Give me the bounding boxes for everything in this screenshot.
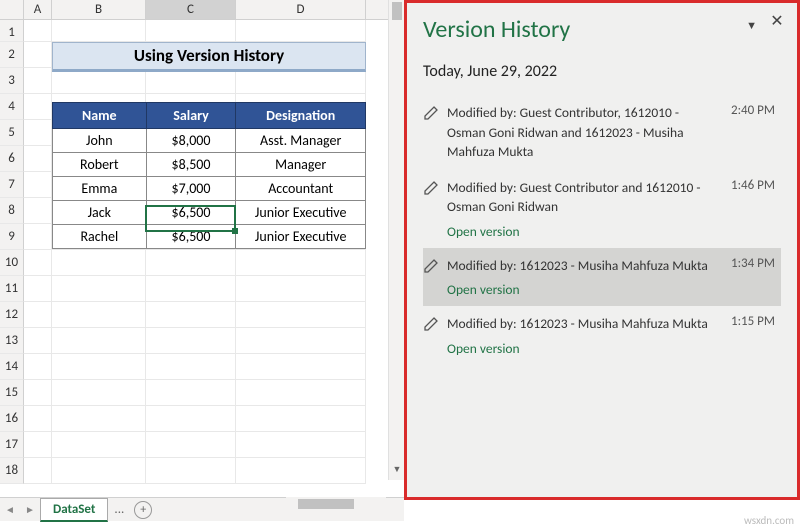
row-header-3[interactable]: 3 — [0, 68, 24, 94]
version-time: 2:40 PM — [731, 103, 775, 118]
select-all-corner[interactable] — [0, 0, 24, 19]
table-row: Robert$8,500Manager — [53, 153, 366, 177]
modified-by-text: Modified by: 1612023 - Musiha Mahfuza Mu… — [447, 314, 715, 334]
row-header-14[interactable]: 14 — [0, 354, 24, 380]
row-header-17[interactable]: 17 — [0, 432, 24, 458]
scroll-down-icon[interactable]: ▼ — [389, 462, 405, 478]
scroll-thumb-h[interactable] — [298, 499, 354, 509]
date-heading: Today, June 29, 2022 — [423, 62, 781, 81]
row-header-7[interactable]: 7 — [0, 172, 24, 198]
open-version-link[interactable]: Open version — [447, 223, 715, 240]
add-sheet-button[interactable]: + — [134, 501, 152, 519]
row-header-5[interactable]: 5 — [0, 120, 24, 146]
tab-prev-icon[interactable]: ◄ — [0, 503, 20, 516]
row-header-6[interactable]: 6 — [0, 146, 24, 172]
pencil-icon — [423, 178, 447, 240]
scroll-thumb-v[interactable] — [392, 2, 402, 20]
spreadsheet: A B C D 1 2 3 4 5 6 7 8 9 10 11 12 13 14… — [0, 0, 404, 500]
col-header-A[interactable]: A — [24, 0, 52, 19]
col-header-C[interactable]: C — [146, 0, 236, 19]
modified-by-text: Modified by: Guest Contributor and 16120… — [447, 178, 715, 217]
modified-by-text: Modified by: Guest Contributor, 1612010 … — [447, 103, 715, 162]
tab-more[interactable]: ... — [108, 502, 130, 517]
table-row: Emma$7,000Accountant — [53, 177, 366, 201]
version-time: 1:46 PM — [731, 178, 775, 193]
row-header-9[interactable]: 9 — [0, 224, 24, 250]
row-header-15[interactable]: 15 — [0, 380, 24, 406]
vertical-scrollbar[interactable]: ▲ ▼ — [388, 0, 404, 480]
row-header-4[interactable]: 4 — [0, 94, 24, 120]
version-time: 1:15 PM — [731, 314, 775, 329]
watermark: wsxdn.com — [744, 514, 794, 527]
table-row: Jack$6,500Junior Executive — [53, 201, 366, 225]
row-header-10[interactable]: 10 — [0, 250, 24, 276]
row-header-12[interactable]: 12 — [0, 302, 24, 328]
col-header-D[interactable]: D — [236, 0, 366, 19]
version-body: Modified by: 1612023 - Musiha Mahfuza Mu… — [447, 314, 777, 357]
row-header-1[interactable]: 1 — [0, 20, 24, 42]
version-body: Modified by: 1612023 - Musiha Mahfuza Mu… — [447, 256, 777, 299]
sheet-tab-bar: ◄ ► DataSet ... + — [0, 497, 404, 521]
pencil-icon — [423, 256, 447, 299]
pane-options-icon[interactable]: ▼ — [746, 19, 757, 32]
row-header-18[interactable]: 18 — [0, 458, 24, 484]
version-history-pane: ▼ ✕ Version History Today, June 29, 2022… — [404, 0, 800, 500]
col-header-B[interactable]: B — [52, 0, 146, 19]
row-header-2[interactable]: 2 — [0, 42, 24, 68]
version-item[interactable]: Modified by: Guest Contributor, 1612010 … — [423, 95, 781, 170]
horizontal-scrollbar[interactable] — [286, 497, 386, 511]
table-row: John$8,000Asst. Manager — [53, 129, 366, 153]
version-list: Modified by: Guest Contributor, 1612010 … — [423, 95, 781, 365]
version-body: Modified by: Guest Contributor and 16120… — [447, 178, 777, 240]
row-header-11[interactable]: 11 — [0, 276, 24, 302]
version-item[interactable]: Modified by: Guest Contributor and 16120… — [423, 170, 781, 248]
open-version-link[interactable]: Open version — [447, 340, 715, 357]
pencil-icon — [423, 103, 447, 162]
version-item[interactable]: Modified by: 1612023 - Musiha Mahfuza Mu… — [423, 248, 781, 307]
title-banner: Using Version History — [52, 42, 366, 72]
modified-by-text: Modified by: 1612023 - Musiha Mahfuza Mu… — [447, 256, 715, 276]
data-table: Name Salary Designation John$8,000Asst. … — [52, 102, 366, 249]
version-time: 1:34 PM — [731, 256, 775, 271]
open-version-link[interactable]: Open version — [447, 281, 715, 298]
column-headers: A B C D — [0, 0, 404, 20]
row-header-13[interactable]: 13 — [0, 328, 24, 354]
th-salary: Salary — [146, 103, 236, 129]
pencil-icon — [423, 314, 447, 357]
row-header-8[interactable]: 8 — [0, 198, 24, 224]
version-body: Modified by: Guest Contributor, 1612010 … — [447, 103, 777, 162]
row-header-16[interactable]: 16 — [0, 406, 24, 432]
th-designation: Designation — [236, 103, 366, 129]
tab-next-icon[interactable]: ► — [20, 503, 40, 516]
sheet-tab-active[interactable]: DataSet — [40, 498, 108, 522]
row-headers: 1 2 3 4 5 6 7 8 9 10 11 12 13 14 15 16 1… — [0, 20, 24, 484]
table-row: Rachel$6,500Junior Executive — [53, 225, 366, 249]
th-name: Name — [53, 103, 147, 129]
pane-title: Version History — [423, 15, 781, 44]
version-item[interactable]: Modified by: 1612023 - Musiha Mahfuza Mu… — [423, 306, 781, 365]
cell-grid[interactable]: Using Version History Name Salary Design… — [24, 20, 366, 484]
close-icon[interactable]: ✕ — [767, 13, 787, 33]
